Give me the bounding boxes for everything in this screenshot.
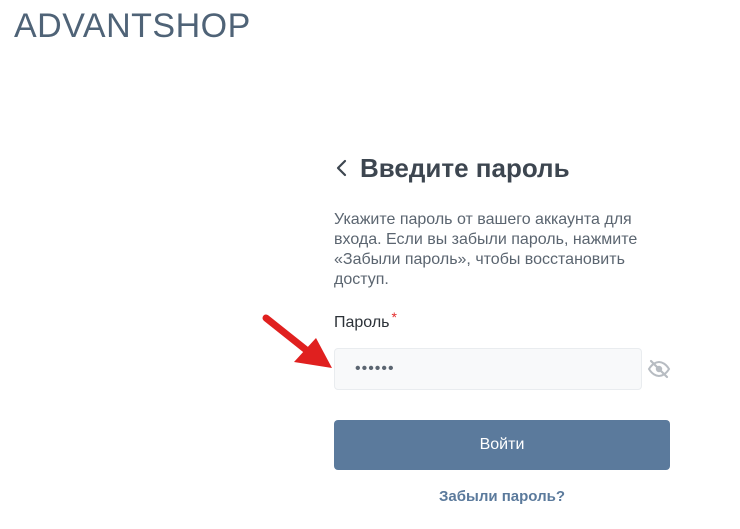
page-title: Введите пароль (360, 152, 570, 183)
instructions-text: Укажите пароль от вашего аккаунта для вх… (334, 211, 638, 288)
title-row: Введите пароль (334, 150, 570, 186)
login-button[interactable]: Войти (334, 420, 670, 470)
eye-off-icon[interactable] (647, 358, 671, 380)
password-label-text: Пароль (334, 314, 390, 331)
login-page: ADVANTSHOP Введите пароль Укажите пароль… (0, 0, 740, 529)
required-marker: * (391, 309, 397, 325)
chevron-left-icon[interactable] (334, 158, 350, 178)
password-label: Пароль * (334, 309, 397, 332)
forgot-password-link[interactable]: Забыли пароль? (334, 488, 670, 505)
red-arrow-annotation (262, 314, 332, 368)
brand-logo[interactable]: ADVANTSHOP (14, 6, 251, 46)
password-input[interactable] (334, 348, 642, 390)
